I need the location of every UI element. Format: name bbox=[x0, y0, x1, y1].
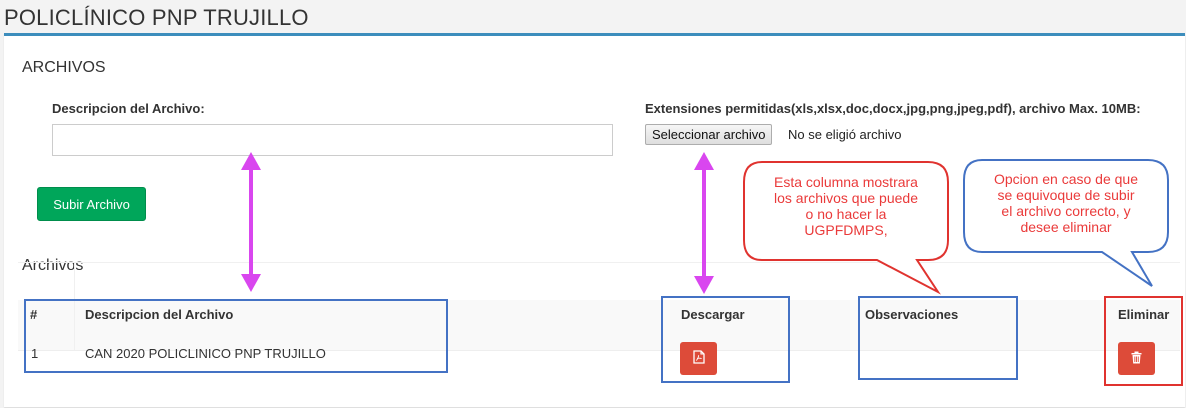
column-header-download: Descargar bbox=[681, 307, 745, 322]
delete-file-button[interactable] bbox=[1118, 342, 1155, 375]
table-header-row bbox=[18, 262, 1180, 302]
file-status: No se eligió archivo bbox=[788, 127, 902, 142]
trash-icon bbox=[1131, 351, 1142, 367]
upload-file-button[interactable]: Subir Archivo bbox=[37, 187, 146, 221]
column-divider bbox=[74, 262, 75, 350]
callout-observations-text: Esta columna mostrara los archivos que p… bbox=[774, 174, 918, 238]
section-title: ARCHIVOS bbox=[22, 59, 106, 76]
page-title: POLICLÍNICO PNP TRUJILLO bbox=[4, 5, 309, 30]
column-header-delete: Eliminar bbox=[1118, 307, 1170, 322]
select-file-button[interactable]: Seleccionar archivo bbox=[645, 124, 773, 145]
file-pdf-icon bbox=[692, 350, 705, 367]
column-header-number: # bbox=[30, 307, 38, 322]
extensions-label: Extensiones permitidas(xls,xlsx,doc,docx… bbox=[645, 101, 1141, 116]
column-header-description: Descripcion del Archivo bbox=[85, 307, 234, 322]
download-pdf-button[interactable] bbox=[680, 342, 717, 375]
row-description: CAN 2020 POLICLINICO PNP TRUJILLO bbox=[85, 346, 326, 361]
callout-delete-text: Opcion en caso de que se equivoque de su… bbox=[994, 171, 1138, 235]
description-label: Descripcion del Archivo: bbox=[52, 101, 205, 116]
column-header-observations: Observaciones bbox=[865, 307, 959, 322]
row-number: 1 bbox=[31, 346, 39, 361]
description-input[interactable] bbox=[52, 124, 613, 156]
